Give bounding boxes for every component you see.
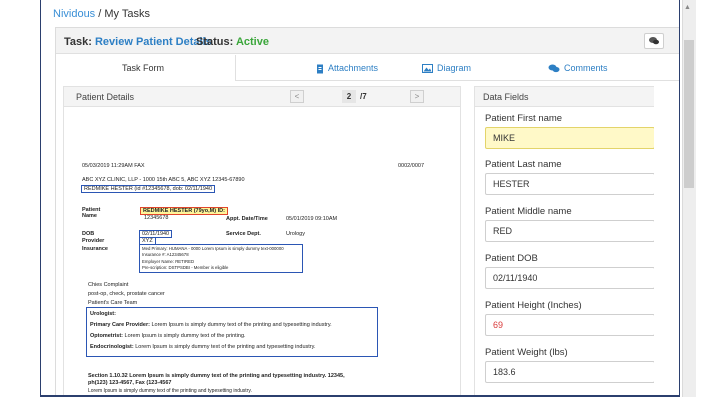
tab-label: Attachments bbox=[328, 63, 379, 73]
tab-comments[interactable]: Comments bbox=[548, 55, 608, 81]
care-team-row: Urologist: bbox=[90, 311, 116, 317]
field-label-height: Patient Height (Inches) bbox=[485, 300, 582, 311]
app-frame: Nividous / My Tasks Task: Review Patient… bbox=[40, 0, 680, 397]
breadcrumb-separator: / bbox=[95, 8, 105, 20]
weight-input[interactable]: 183.6 bbox=[485, 361, 654, 383]
section-line: Section 1.10.32 Lorem Ipsum is simply du… bbox=[88, 373, 345, 379]
next-page-button[interactable]: > bbox=[410, 90, 424, 103]
dob-label: DOB bbox=[82, 231, 95, 237]
chat-button[interactable] bbox=[644, 33, 664, 49]
tab-label: Task Form bbox=[122, 63, 165, 73]
image-icon bbox=[422, 64, 433, 74]
service-label: Service Dept. bbox=[226, 231, 261, 237]
tab-attachments[interactable]: Attachments bbox=[316, 55, 378, 81]
breadcrumb: Nividous / My Tasks bbox=[53, 8, 150, 20]
data-fields-header: Data Fields bbox=[475, 87, 654, 107]
document-viewer: Patient Details < 2 /7 > 05/03/2019 11:2… bbox=[63, 86, 461, 395]
prev-page-button[interactable]: < bbox=[290, 90, 304, 103]
document-viewer-title: Patient Details bbox=[76, 92, 135, 102]
comments-icon bbox=[548, 64, 560, 73]
field-label-weight: Patient Weight (lbs) bbox=[485, 347, 568, 358]
patient-name-label: Patient Name bbox=[82, 207, 101, 219]
care-team-row: Optometrist: Lorem Ipsum is simply dummy… bbox=[90, 333, 246, 339]
breadcrumb-current: My Tasks bbox=[104, 8, 150, 20]
tab-bar: Task Form Attachments Diagram Comments bbox=[56, 55, 679, 81]
document-page: 05/03/2019 11:29AM FAX 0002/0007 ABC XYZ… bbox=[76, 109, 456, 395]
data-fields-title: Data Fields bbox=[483, 92, 529, 102]
data-fields-panel: Data Fields Patient First name MIKE Pati… bbox=[474, 86, 654, 395]
patient-line-highlight: REDMIKE HESTER (id #12345678, dob: 02/11… bbox=[81, 185, 216, 193]
attachment-icon bbox=[317, 64, 323, 74]
fax-line: 05/03/2019 11:29AM FAX bbox=[82, 163, 145, 169]
page-number[interactable]: 2 bbox=[342, 90, 356, 103]
scroll-up-arrow[interactable]: ▲ bbox=[684, 4, 691, 11]
chat-icon bbox=[649, 37, 659, 45]
tab-diagram[interactable]: Diagram bbox=[422, 55, 471, 81]
breadcrumb-home-link[interactable]: Nividous bbox=[53, 8, 95, 20]
insurance-label: Insurance bbox=[82, 246, 108, 252]
section-line: ph(123) 123-4567, Fax (123-4567 bbox=[88, 380, 172, 386]
page-total: /7 bbox=[360, 92, 367, 101]
insurance-highlight: Med Primary: HUMANA - 0000 Lorem Ipsum i… bbox=[139, 244, 303, 273]
patient-name-highlight: REDMIKE HESTER (79yo,M) ID: bbox=[140, 207, 228, 215]
section-line: Lorem Ipsum is simply dummy text of the … bbox=[88, 388, 252, 394]
appt-label: Appt. Date/Time bbox=[226, 216, 268, 222]
care-team-highlight: Urologist: Primary Care Provider: Lorem … bbox=[86, 307, 378, 357]
care-team-row: Primary Care Provider: Lorem Ipsum is si… bbox=[90, 322, 332, 328]
middle-name-input[interactable]: RED bbox=[485, 220, 654, 242]
clinic-line: ABC XYZ CLINIC, LLP - 1000 15th ABC 5, A… bbox=[82, 177, 245, 183]
tab-task-form[interactable]: Task Form bbox=[122, 55, 164, 81]
field-label-dob: Patient DOB bbox=[485, 253, 538, 264]
last-name-input[interactable]: HESTER bbox=[485, 173, 654, 195]
task-title: Task: Review Patient Details bbox=[64, 36, 212, 48]
first-name-input[interactable]: MIKE bbox=[485, 127, 654, 149]
page-code: 0002/0007 bbox=[398, 163, 424, 169]
task-header: Task: Review Patient Details Status: Act… bbox=[56, 28, 679, 54]
field-label-first-name: Patient First name bbox=[485, 113, 563, 124]
patient-id-value: 12345678 bbox=[144, 215, 169, 221]
complaint-text: post-op, check, prostate cancer bbox=[88, 291, 165, 297]
appt-value: 05/01/2019 09:10AM bbox=[286, 216, 338, 222]
document-viewer-header: Patient Details < 2 /7 > bbox=[64, 87, 460, 107]
care-team-row: Endocrinologist: Lorem Ipsum is simply d… bbox=[90, 344, 316, 350]
insurance-line: Pre-scription: DSTPSDBI - Member is elig… bbox=[142, 265, 229, 271]
tab-label: Diagram bbox=[437, 63, 472, 73]
field-label-middle-name: Patient Middle name bbox=[485, 206, 572, 217]
task-status: Status: Active bbox=[196, 36, 269, 48]
care-team-title: Patient's Care Team bbox=[88, 300, 138, 306]
height-input[interactable]: 69 bbox=[485, 314, 654, 336]
provider-label: Provider bbox=[82, 238, 105, 244]
scrollbar-thumb[interactable] bbox=[684, 40, 694, 188]
field-label-last-name: Patient Last name bbox=[485, 159, 562, 170]
complaint-title: Chies Complaint bbox=[88, 282, 129, 288]
status-badge: Active bbox=[235, 36, 269, 48]
service-value: Urology bbox=[286, 231, 305, 237]
task-card: Task: Review Patient Details Status: Act… bbox=[55, 27, 679, 395]
task-name: Review Patient Details bbox=[94, 36, 212, 48]
tab-label: Comments bbox=[564, 63, 608, 73]
dob-input[interactable]: 02/11/1940 bbox=[485, 267, 654, 289]
